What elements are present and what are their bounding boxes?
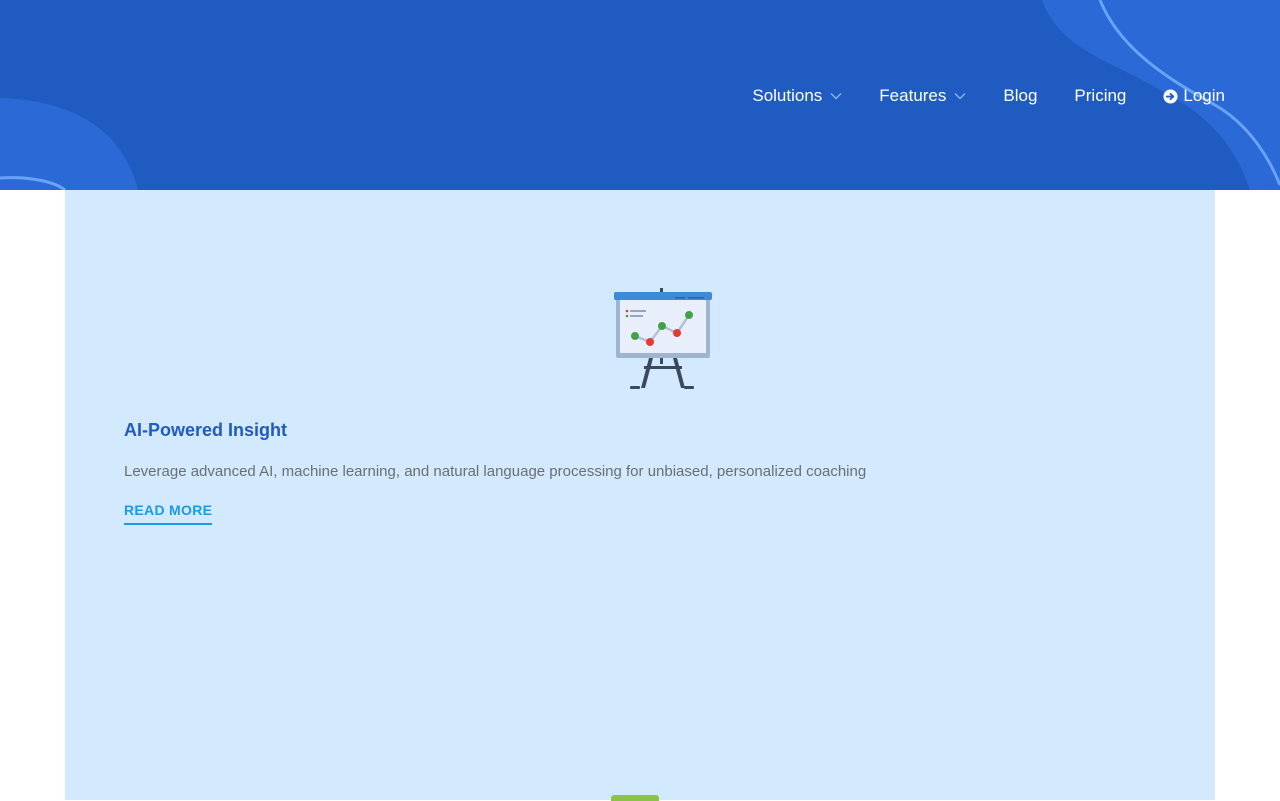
feature-panel: AI-Powered Insight Leverage advanced AI,… (65, 190, 1215, 801)
nav-solutions-label: Solutions (752, 86, 823, 105)
nav-blog[interactable]: Blog (1003, 86, 1037, 106)
nav-pricing[interactable]: Pricing (1074, 86, 1126, 106)
chevron-down-icon (954, 92, 966, 100)
presentation-chart-icon (613, 288, 713, 395)
main-nav: Solutions Features Blog Pricing Login (752, 84, 1225, 108)
nav-blog-label: Blog (1003, 86, 1038, 105)
next-card-icon-partial (611, 795, 659, 801)
login-button[interactable]: Login (1163, 86, 1225, 106)
arrow-circle-right-icon (1163, 88, 1178, 104)
card-title: AI-Powered Insight (124, 420, 288, 440)
nav-pricing-label: Pricing (1074, 86, 1127, 105)
read-more-link[interactable]: READ MORE (124, 502, 213, 525)
card-description: Leverage advanced AI, machine learning, … (124, 463, 867, 480)
site-header: Solutions Features Blog Pricing Login (0, 0, 1280, 190)
login-label: Login (1183, 86, 1225, 105)
nav-features[interactable]: Features (879, 86, 966, 106)
nav-features-label: Features (879, 86, 947, 105)
chevron-down-icon (830, 92, 842, 100)
nav-solutions[interactable]: Solutions (752, 86, 842, 106)
